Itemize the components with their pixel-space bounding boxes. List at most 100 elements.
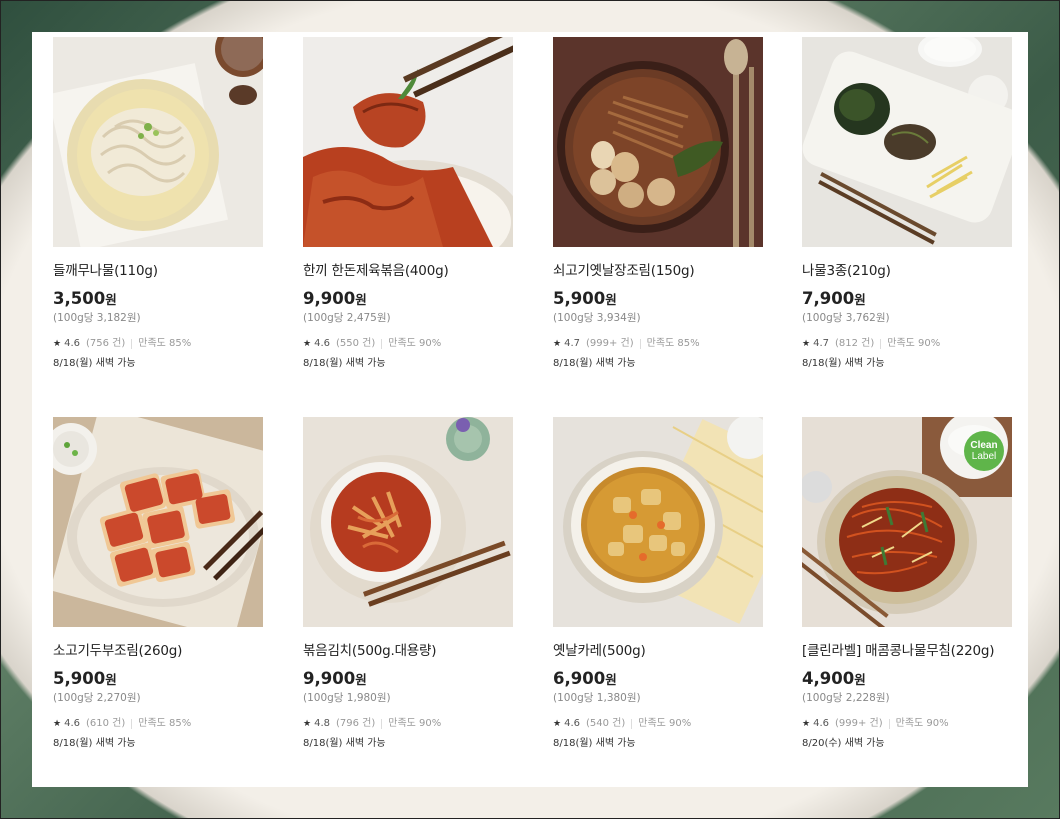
- product-grid: 들깨무나물(110g) 3,500원 (100g당 3,182원) ★ 4.6 (7…: [32, 32, 1028, 787]
- divider: [888, 719, 890, 729]
- review-count: (540 건): [585, 718, 626, 729]
- delivery-info: 8/20(수) 새벽 가능: [802, 738, 885, 749]
- product-card[interactable]: 옛날카레(500g) 6,900원 (100g당 1,380원) ★ 4.6 (54…: [553, 417, 763, 751]
- star-icon: ★: [802, 339, 811, 349]
- review-count: (999+ 건): [834, 718, 883, 729]
- review-count: (610 건): [85, 718, 126, 729]
- price-value: 5,900: [53, 669, 106, 688]
- product-price: 7,900원: [802, 289, 1012, 310]
- rating-row: ★ 4.7 (999+ 건) 만족도 85%: [553, 337, 763, 351]
- star-icon: ★: [303, 719, 312, 729]
- satisfaction: 만족도 85%: [138, 338, 192, 349]
- product-card[interactable]: 들깨무나물(110g) 3,500원 (100g당 3,182원) ★ 4.6 (7…: [53, 37, 263, 371]
- clean-label-badge: Clean Label: [964, 431, 1004, 471]
- product-card[interactable]: 한끼 한돈제육볶음(400g) 9,900원 (100g당 2,475원) ★ 4…: [303, 37, 513, 371]
- product-name[interactable]: 볶음김치(500g.대용량): [303, 641, 513, 661]
- divider: [131, 339, 133, 349]
- product-thumbnail[interactable]: Clean Label: [802, 417, 1012, 627]
- product-thumbnail[interactable]: [53, 37, 263, 247]
- product-name[interactable]: [클린라벨] 매콤콩나물무침(220g): [802, 641, 1012, 661]
- product-card[interactable]: Clean Label [클린라벨] 매콤콩나물무침(220g) 4,900원 (…: [802, 417, 1012, 751]
- price-value: 7,900: [802, 289, 855, 308]
- satisfaction: 만족도 90%: [638, 718, 692, 729]
- satisfaction: 만족도 90%: [388, 718, 442, 729]
- price-currency: 원: [854, 672, 866, 687]
- unit-price: (100g당 3,182원): [53, 312, 141, 324]
- satisfaction: 만족도 85%: [138, 718, 192, 729]
- review-count: (812 건): [834, 338, 875, 349]
- star-icon: ★: [802, 719, 811, 729]
- delivery-info: 8/18(월) 새벽 가능: [53, 358, 136, 369]
- product-thumbnail[interactable]: [553, 417, 763, 627]
- product-price: 4,900원: [802, 669, 1012, 690]
- review-count: (550 건): [335, 338, 376, 349]
- price-value: 4,900: [802, 669, 855, 688]
- price-value: 6,900: [553, 669, 606, 688]
- product-thumbnail[interactable]: [53, 417, 263, 627]
- product-card[interactable]: 볶음김치(500g.대용량) 9,900원 (100g당 1,980원) ★ 4.…: [303, 417, 513, 751]
- product-thumbnail[interactable]: [303, 417, 513, 627]
- product-price: 5,900원: [53, 669, 263, 690]
- product-name[interactable]: 나물3종(210g): [802, 261, 1012, 281]
- product-name[interactable]: 소고기두부조림(260g): [53, 641, 263, 661]
- product-name[interactable]: 옛날카레(500g): [553, 641, 763, 661]
- rating-value: 4.6: [64, 718, 80, 729]
- product-price: 3,500원: [53, 289, 263, 310]
- price-currency: 원: [854, 292, 866, 307]
- price-value: 9,900: [303, 289, 356, 308]
- product-name[interactable]: 들깨무나물(110g): [53, 261, 263, 281]
- product-price: 9,900원: [303, 669, 513, 690]
- price-currency: 원: [355, 292, 367, 307]
- review-count: (796 건): [335, 718, 376, 729]
- satisfaction: 만족도 90%: [895, 718, 949, 729]
- unit-price: (100g당 1,980원): [303, 692, 391, 704]
- unit-price: (100g당 2,475원): [303, 312, 391, 324]
- unit-price: (100g당 3,934원): [553, 312, 641, 324]
- delivery-info: 8/18(월) 새벽 가능: [553, 738, 636, 749]
- satisfaction: 만족도 85%: [646, 338, 700, 349]
- unit-price: (100g당 2,228원): [802, 692, 890, 704]
- satisfaction: 만족도 90%: [887, 338, 941, 349]
- rating-value: 4.6: [314, 338, 330, 349]
- badge-line: Label: [971, 451, 997, 462]
- product-card[interactable]: 나물3종(210g) 7,900원 (100g당 3,762원) ★ 4.7 (81…: [802, 37, 1012, 371]
- rating-row: ★ 4.6 (756 건) 만족도 85%: [53, 337, 263, 351]
- rating-row: ★ 4.6 (550 건) 만족도 90%: [303, 337, 513, 351]
- rating-value: 4.6: [564, 718, 580, 729]
- rating-value: 4.7: [564, 338, 580, 349]
- product-name[interactable]: 쇠고기옛날장조림(150g): [553, 261, 763, 281]
- product-price: 5,900원: [553, 289, 763, 310]
- product-thumbnail[interactable]: [802, 37, 1012, 247]
- star-icon: ★: [53, 719, 62, 729]
- star-icon: ★: [553, 719, 562, 729]
- product-card[interactable]: 소고기두부조림(260g) 5,900원 (100g당 2,270원) ★ 4.6…: [53, 417, 263, 751]
- price-currency: 원: [355, 672, 367, 687]
- review-count: (756 건): [85, 338, 126, 349]
- product-thumbnail[interactable]: [553, 37, 763, 247]
- product-name[interactable]: 한끼 한돈제육볶음(400g): [303, 261, 513, 281]
- divider: [639, 339, 641, 349]
- price-value: 5,900: [553, 289, 606, 308]
- star-icon: ★: [53, 339, 62, 349]
- divider: [880, 339, 882, 349]
- price-currency: 원: [105, 292, 117, 307]
- divider: [131, 719, 133, 729]
- rating-value: 4.6: [64, 338, 80, 349]
- delivery-info: 8/18(월) 새벽 가능: [303, 738, 386, 749]
- badge-line: Clean: [970, 440, 998, 451]
- unit-price: (100g당 2,270원): [53, 692, 141, 704]
- product-card[interactable]: 쇠고기옛날장조림(150g) 5,900원 (100g당 3,934원) ★ 4.…: [553, 37, 763, 371]
- rating-value: 4.6: [813, 718, 829, 729]
- price-value: 9,900: [303, 669, 356, 688]
- price-currency: 원: [605, 292, 617, 307]
- price-currency: 원: [605, 672, 617, 687]
- rating-row: ★ 4.6 (999+ 건) 만족도 90%: [802, 717, 1012, 731]
- satisfaction: 만족도 90%: [388, 338, 442, 349]
- unit-price: (100g당 3,762원): [802, 312, 890, 324]
- rating-row: ★ 4.6 (540 건) 만족도 90%: [553, 717, 763, 731]
- divider: [381, 719, 383, 729]
- product-thumbnail[interactable]: [303, 37, 513, 247]
- divider: [631, 719, 633, 729]
- review-count: (999+ 건): [585, 338, 634, 349]
- delivery-info: 8/18(월) 새벽 가능: [553, 358, 636, 369]
